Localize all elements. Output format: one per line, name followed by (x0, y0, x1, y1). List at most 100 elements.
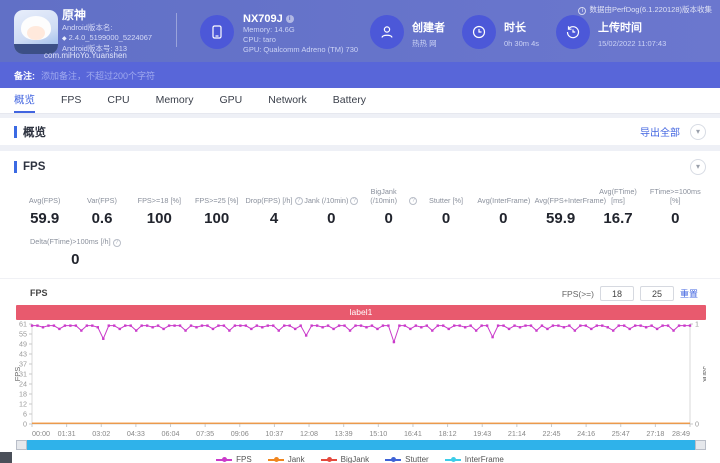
stat-label: Jank (/10min) (304, 196, 349, 205)
reset-button[interactable]: 重置 (680, 287, 698, 300)
tab-Network[interactable]: Network (268, 88, 307, 113)
stat-avg-interframe-: Avg(InterFrame) 0 (475, 185, 532, 227)
stat-value: 0 (671, 210, 680, 227)
tab-CPU[interactable]: CPU (107, 88, 129, 113)
stat-value: 16.7 (603, 210, 633, 227)
stat-value: 0 (499, 210, 508, 227)
svg-text:12: 12 (19, 400, 27, 409)
scrollbar-right-handle[interactable] (695, 440, 706, 450)
device-name: NX709J (243, 13, 283, 25)
fps-panel-title: FPS (23, 161, 46, 173)
stat-label: Avg(FPS) (28, 196, 61, 205)
svg-text:28:49: 28:49 (672, 429, 690, 438)
scrollbar-track[interactable] (27, 440, 695, 450)
fps-line-chart[interactable]: 6155494337312418126010FPS Jank00:00 01:31 0… (14, 320, 706, 438)
delta-label: Delta(FTime)>100ms [/h] (30, 237, 111, 246)
remark-bar[interactable]: 备注: 添加备注，不超过200个字符 (0, 62, 720, 88)
device-gpu: GPU: Qualcomm Adreno (TM) 730 (243, 45, 359, 54)
stat-label: Avg(FPS+InterFrame) (534, 196, 607, 205)
svg-text:10:37: 10:37 (265, 429, 283, 438)
help-icon[interactable]: ? (350, 197, 359, 205)
help-icon[interactable]: ? (294, 197, 303, 205)
svg-text:04:33: 04:33 (127, 429, 145, 438)
fps-threshold-label: FPS(>=) (561, 288, 594, 299)
remark-label: 备注: (14, 70, 35, 81)
stat-value: 0 (384, 210, 393, 227)
stat-label: Stutter [%] (428, 196, 464, 205)
accent-bar (14, 125, 17, 138)
stat-var-fps-: Var(FPS) 0.6 (73, 185, 130, 227)
fps-threshold-low-input[interactable] (599, 286, 634, 301)
stat-ftime-100ms-: FTime>=100ms [%] 0 (647, 185, 704, 227)
legend-item-jank[interactable]: Jank (267, 455, 305, 463)
legend-item-bigjank[interactable]: BigJank (320, 455, 369, 463)
stat-value: 0.6 (91, 210, 113, 227)
scrollbar-corner (0, 452, 12, 463)
tab-GPU[interactable]: GPU (220, 88, 243, 113)
svg-text:49: 49 (19, 340, 27, 349)
svg-text:13:39: 13:39 (335, 429, 353, 438)
chart-axis-title: FPS (30, 288, 48, 298)
svg-text:61: 61 (19, 320, 27, 329)
stat-label: Avg(InterFrame) (477, 196, 531, 205)
svg-text:18:12: 18:12 (439, 429, 457, 438)
fps-stats-table: Avg(FPS) 59.9 Var(FPS) 0.6 FPS>=18 [%] 100 FPS… (0, 179, 720, 227)
svg-text:09:06: 09:06 (231, 429, 249, 438)
phone-icon (200, 15, 234, 49)
svg-text:15:10: 15:10 (369, 429, 387, 438)
stat-avg-fps-: Avg(FPS) 59.9 (16, 185, 73, 227)
collect-note: i 数据由PerfDog(6.1.220128)版本收集 (578, 4, 712, 15)
svg-text:25:47: 25:47 (612, 429, 630, 438)
svg-text:06:04: 06:04 (162, 429, 180, 438)
tab-概览[interactable]: 概览 (14, 88, 35, 113)
tab-Memory[interactable]: Memory (156, 88, 194, 113)
help-icon[interactable]: ? (409, 197, 418, 205)
fps-threshold-high-input[interactable] (639, 286, 674, 301)
chart-scrollbar[interactable] (16, 440, 706, 450)
svg-text:6: 6 (23, 410, 27, 419)
device-cpu: CPU: taro (243, 35, 276, 44)
svg-text:12:08: 12:08 (300, 429, 318, 438)
duration-value: 0h 30m 4s (504, 39, 540, 48)
stat-label: Drop(FPS) [/h] (245, 196, 293, 205)
stat-label: FPS>=18 [%] (137, 196, 182, 205)
tab-Battery[interactable]: Battery (333, 88, 366, 113)
app-icon (14, 10, 58, 54)
overview-section-header: 概览 导出全部 ▾ (0, 118, 720, 145)
stat-label: BigJank (/10min) (370, 187, 398, 205)
overview-title: 概览 (23, 126, 46, 139)
app-version-label: Android版本名: (62, 23, 113, 32)
svg-text:0: 0 (695, 420, 699, 429)
svg-text:01:31: 01:31 (58, 429, 76, 438)
svg-text:16:41: 16:41 (404, 429, 422, 438)
legend-item-fps[interactable]: FPS (216, 455, 252, 463)
legend-item-stutter[interactable]: Stutter (385, 455, 429, 463)
remark-placeholder: 添加备注，不超过200个字符 (41, 70, 156, 81)
nav-tabs: 概览 FPS CPU Memory GPU Network Battery (0, 88, 720, 114)
app-version: 2.4.0_5199000_5224067 (68, 32, 153, 42)
svg-text:0: 0 (23, 420, 27, 429)
stat-value: 59.9 (546, 210, 576, 227)
export-all-link[interactable]: 导出全部 (640, 124, 680, 139)
overview-collapse-button[interactable]: ▾ (690, 123, 706, 140)
stat-value: 0 (441, 210, 451, 227)
device-info-icon[interactable]: i (285, 15, 294, 23)
app-package: com.miHoYo.Yuanshen (44, 51, 127, 60)
chart-label-band[interactable]: label1 (16, 305, 706, 320)
stat-drop-fps-h-: Drop(FPS) [/h]? 4 (245, 185, 303, 227)
stat-fps-25-: FPS>=25 [%] 100 (188, 185, 245, 227)
svg-text:21:14: 21:14 (508, 429, 526, 438)
accent-bar (14, 161, 17, 173)
stat-label: Avg(FTime) [ms] (599, 187, 637, 205)
duration-icon (462, 15, 496, 49)
stat-avg-fps-interframe-: Avg(FPS+InterFrame) 59.9 (532, 185, 607, 227)
upload-time-label: 上传时间 (598, 22, 642, 34)
scrollbar-left-handle[interactable] (16, 440, 27, 450)
stat-label: FPS>=25 [%] (194, 196, 239, 205)
help-icon[interactable]: ? (112, 239, 121, 247)
tab-FPS[interactable]: FPS (61, 88, 81, 113)
fps-collapse-button[interactable]: ▾ (690, 159, 706, 175)
legend-item-interframe[interactable]: InterFrame (444, 455, 504, 463)
upload-time-value: 15/02/2022 11:07:43 (598, 39, 667, 48)
svg-text:03:02: 03:02 (92, 429, 110, 438)
